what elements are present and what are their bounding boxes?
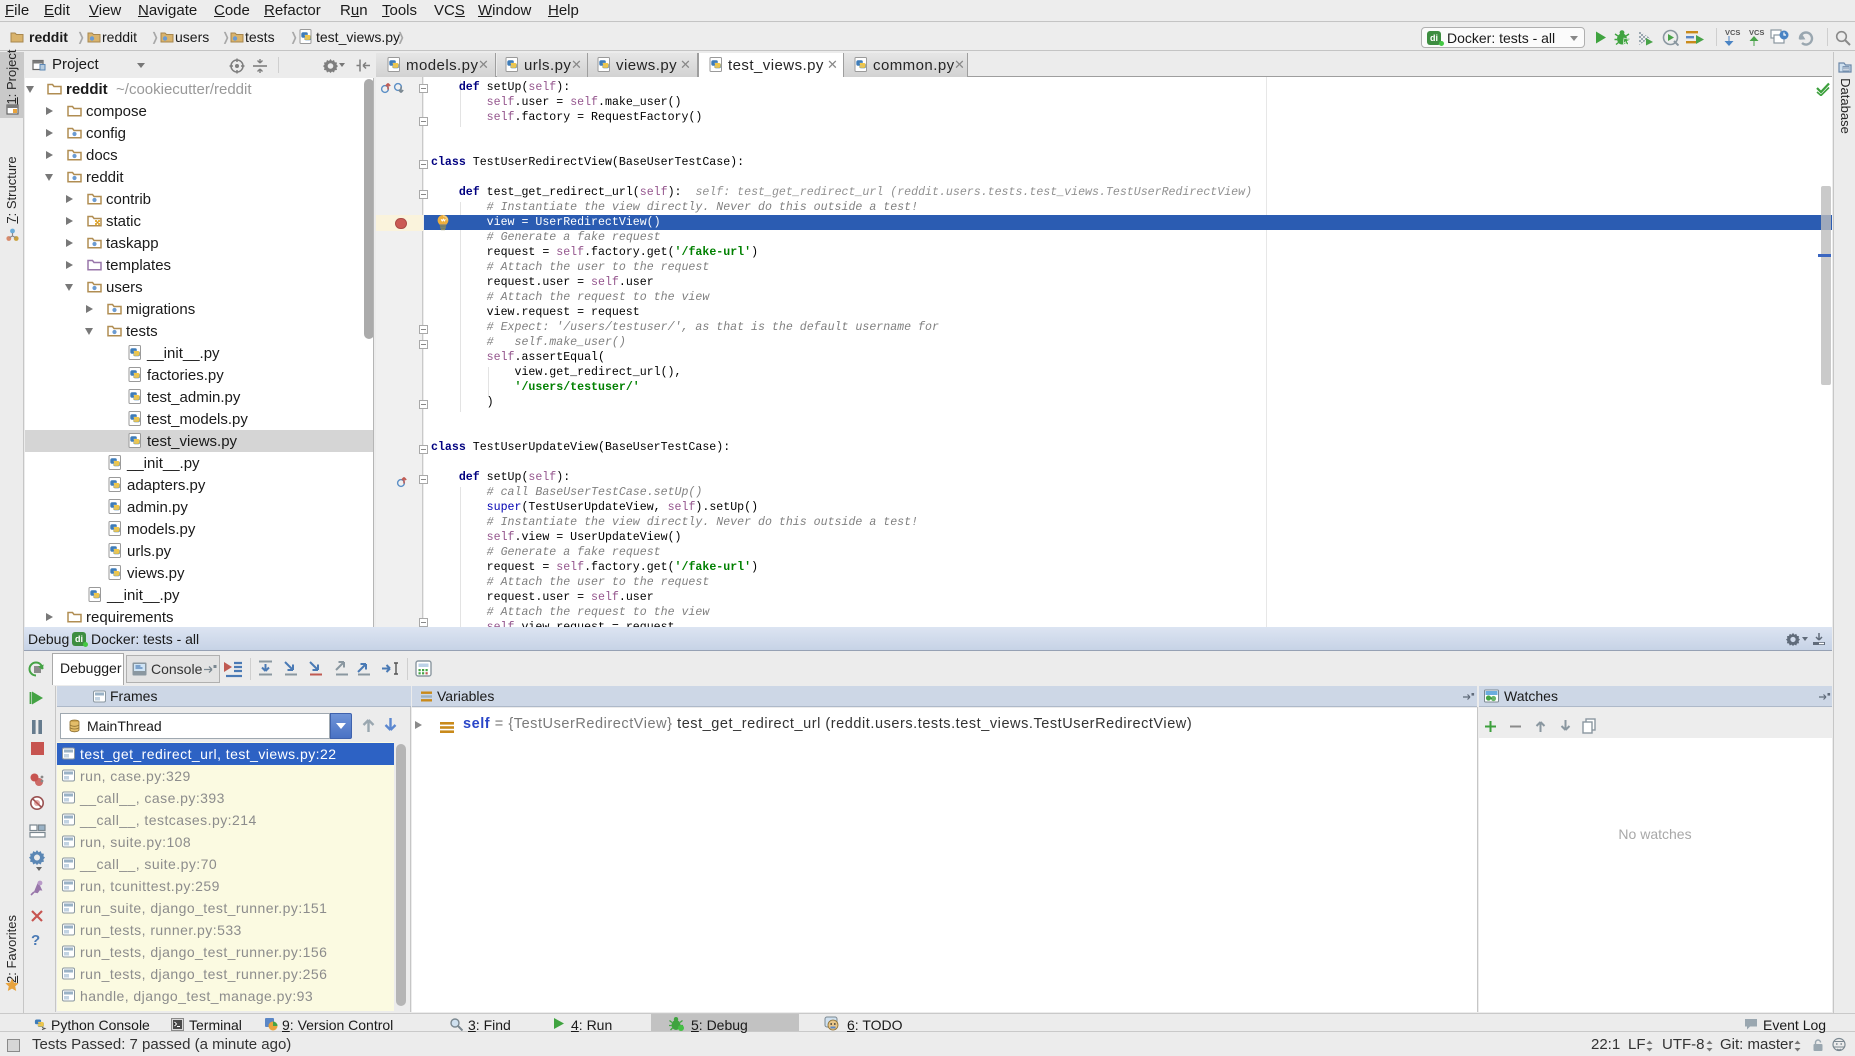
- svg-text:VCS: VCS: [1725, 28, 1740, 37]
- svg-text:VCS: VCS: [1749, 28, 1764, 37]
